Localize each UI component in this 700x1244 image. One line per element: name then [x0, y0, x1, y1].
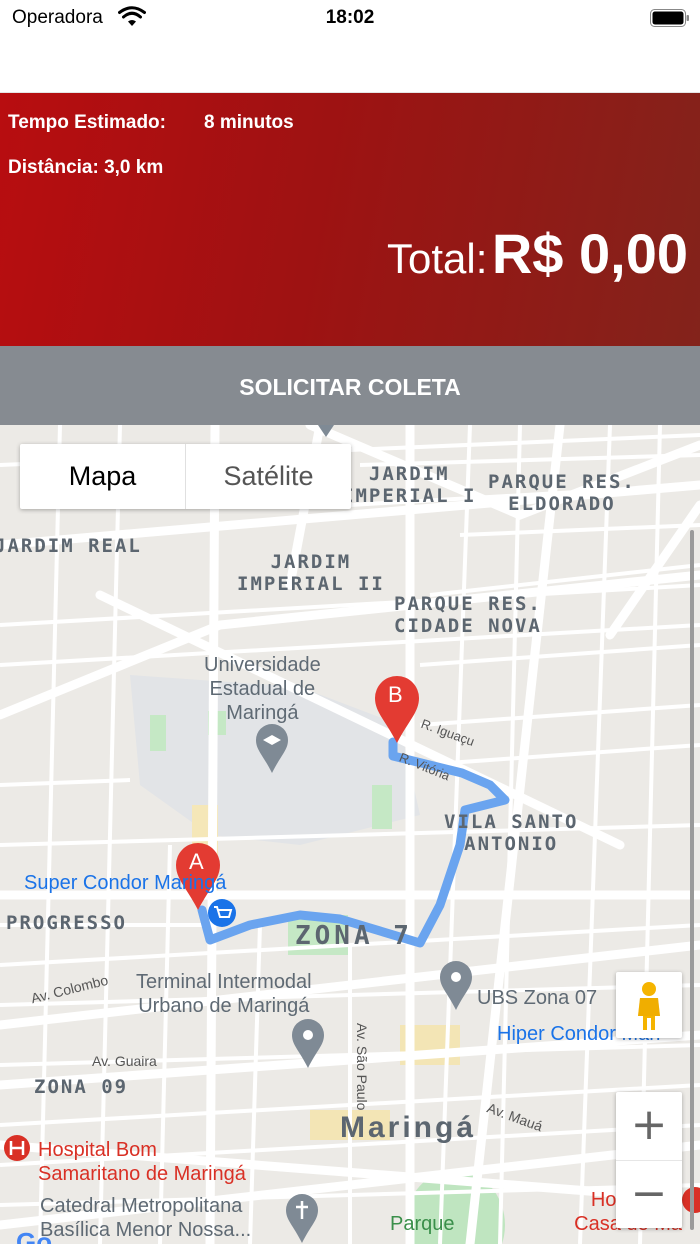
distance-label: Distância: 3,0 km	[8, 157, 164, 178]
catedral-label[interactable]: Catedral Metropolitana Basílica Menor No…	[40, 1194, 251, 1242]
pegman-icon	[638, 982, 660, 1030]
area-jardim-imperial-ii: JARDIM IMPERIAL II	[237, 551, 385, 595]
status-bar: Operadora 18:02	[0, 0, 700, 36]
area-zona-09: ZONA 09	[34, 1076, 129, 1098]
total-label: Total:	[387, 235, 488, 282]
area-parque-cidade-nova: PARQUE RES. CIDADE NOVA	[394, 593, 542, 637]
area-zona-7: ZONA 7	[295, 921, 413, 951]
total-value: R$ 0,00	[491, 222, 688, 285]
navigation-bar	[0, 36, 700, 93]
map-type-map-button[interactable]: Mapa	[20, 444, 185, 509]
zoom-in-button[interactable]: +	[616, 1092, 682, 1160]
street-sao-paulo-label: Av. São Paulo	[354, 1023, 370, 1111]
parque-label[interactable]: Parque	[390, 1213, 455, 1236]
area-parque-eldorado: PARQUE RES. ELDORADO	[488, 471, 636, 515]
battery-icon	[650, 9, 689, 27]
shopping-cart-icon	[208, 899, 236, 927]
area-progresso: PROGRESSO	[6, 912, 127, 934]
marker-b-label[interactable]: B	[388, 682, 403, 708]
area-vila-santo-antonio: VILA SANTO ANTONIO	[444, 811, 579, 855]
zoom-controls: + −	[616, 1092, 682, 1228]
total-price: Total: R$ 0,00	[387, 221, 688, 286]
map-view[interactable]: Go A B JARDIM IMPERIAL I PARQUE RES. ELD…	[0, 425, 700, 1244]
eta-value: 8 minutos	[204, 112, 294, 133]
university-label[interactable]: Universidade Estadual de Maringá	[204, 653, 321, 725]
street-view-button[interactable]	[616, 972, 682, 1038]
area-jardim-imperial-i: JARDIM IMPERIAL I	[342, 463, 477, 507]
map-type-satellite-button[interactable]: Satélite	[186, 444, 351, 509]
city-label: Maringá	[340, 1111, 477, 1144]
super-condor-label[interactable]: Super Condor Maringá	[24, 872, 226, 895]
ubs-label[interactable]: UBS Zona 07	[477, 987, 597, 1010]
trip-info-panel: Tempo Estimado: 8 minutos Distância: 3,0…	[0, 93, 700, 346]
map-scrollbar[interactable]	[690, 530, 694, 1230]
ubs-pin-icon	[440, 961, 472, 1010]
area-jardim-real: JARDIM REAL	[0, 535, 142, 557]
eta-label: Tempo Estimado:	[8, 112, 166, 133]
zoom-out-button[interactable]: −	[616, 1160, 682, 1228]
terminal-label[interactable]: Terminal Intermodal Urbano de Maringá	[136, 970, 312, 1018]
street-guaira-label: Av. Guaira	[92, 1053, 157, 1069]
clock-label: 18:02	[325, 7, 375, 28]
hospital-bom-samaritano-label[interactable]: Hospital Bom Samaritano de Maringá	[38, 1138, 246, 1186]
request-pickup-button[interactable]: SOLICITAR COLETA	[0, 346, 700, 425]
map-type-toggle: Mapa Satélite	[20, 444, 351, 509]
